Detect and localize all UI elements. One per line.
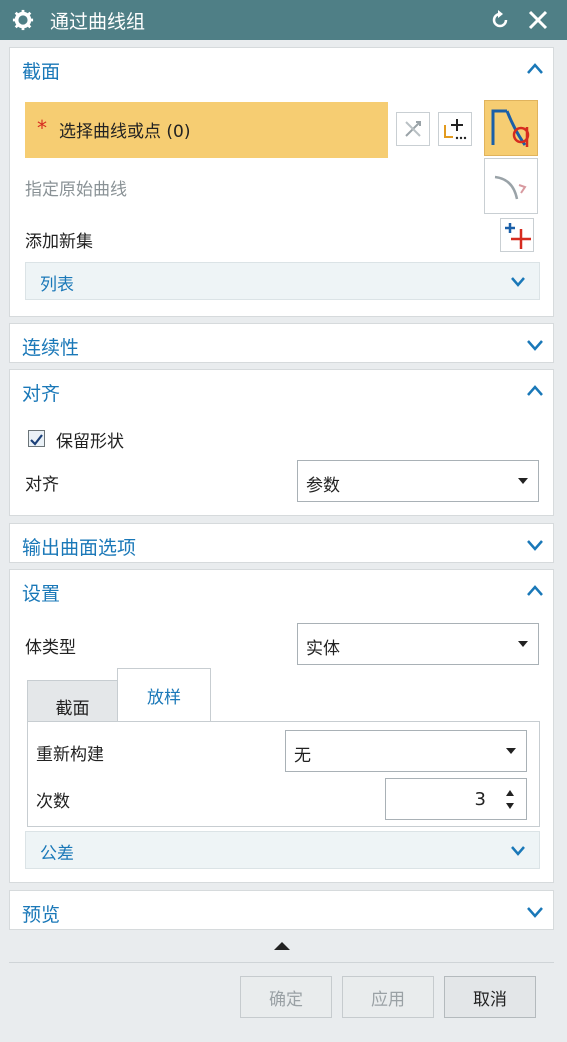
settings-panel: 设置 体类型 实体 截面 放样 重新构建 无 次数 3 公差 bbox=[9, 569, 554, 883]
cross-arrows-icon bbox=[405, 121, 421, 137]
alignment-header[interactable]: 对齐 bbox=[10, 370, 555, 412]
add-new-set-button[interactable] bbox=[500, 218, 534, 252]
section-panel: 截面 * 选择曲线或点 (0) 指定原始曲线 添加新集 列表 bbox=[9, 47, 554, 317]
list-label: 列表 bbox=[40, 275, 74, 295]
align-label: 对齐 bbox=[25, 475, 59, 495]
alignment-label: 对齐 bbox=[22, 383, 61, 405]
tab-loft[interactable]: 放样 bbox=[117, 668, 211, 722]
spin-down-icon[interactable] bbox=[506, 803, 514, 809]
preview-panel: 预览 bbox=[9, 890, 554, 930]
rebuild-dropdown[interactable]: 无 bbox=[285, 730, 527, 772]
rebuild-label: 重新构建 bbox=[36, 745, 104, 765]
chevron-up-icon bbox=[527, 385, 543, 396]
specify-origin-label: 指定原始曲线 bbox=[25, 180, 127, 200]
ok-label: 确定 bbox=[269, 989, 303, 1010]
collapse-arrow-icon[interactable] bbox=[274, 942, 290, 950]
body-type-dropdown[interactable]: 实体 bbox=[297, 623, 539, 665]
required-star: * bbox=[37, 116, 47, 140]
footer-divider bbox=[9, 962, 554, 963]
add-set-icon bbox=[505, 223, 531, 249]
dropdown-arrow-icon bbox=[506, 748, 516, 754]
align-dropdown[interactable]: 参数 bbox=[297, 460, 539, 502]
continuity-panel: 连续性 bbox=[9, 323, 554, 363]
continuity-label: 连续性 bbox=[22, 337, 80, 359]
output-options-label: 输出曲面选项 bbox=[22, 537, 137, 559]
continuity-header[interactable]: 连续性 bbox=[10, 324, 555, 364]
preview-header[interactable]: 预览 bbox=[10, 891, 555, 931]
dropdown-arrow-icon bbox=[518, 478, 528, 484]
reset-icon[interactable] bbox=[488, 8, 512, 32]
output-options-header[interactable]: 输出曲面选项 bbox=[10, 524, 555, 564]
alignment-panel: 对齐 保留形状 对齐 参数 bbox=[9, 369, 554, 516]
select-curve-field[interactable]: * 选择曲线或点 (0) bbox=[25, 102, 388, 158]
dialog-title: 通过曲线组 bbox=[50, 10, 146, 33]
settings-label: 设置 bbox=[22, 583, 61, 605]
curve-rule-button[interactable] bbox=[484, 100, 538, 156]
select-curve-label: 选择曲线或点 (0) bbox=[59, 122, 191, 142]
tolerance-label: 公差 bbox=[40, 844, 74, 864]
chevron-down-icon bbox=[511, 846, 525, 856]
gear-icon[interactable] bbox=[12, 9, 34, 31]
settings-header[interactable]: 设置 bbox=[10, 570, 555, 612]
chevron-down-icon bbox=[511, 277, 525, 287]
output-options-panel: 输出曲面选项 bbox=[9, 523, 554, 563]
preview-label: 预览 bbox=[22, 904, 61, 926]
keep-shape-label: 保留形状 bbox=[56, 432, 124, 452]
tab-section-label: 截面 bbox=[55, 699, 90, 719]
add-new-set-label: 添加新集 bbox=[25, 232, 93, 252]
section-header[interactable]: 截面 bbox=[10, 48, 555, 90]
ok-button[interactable]: 确定 bbox=[240, 976, 332, 1018]
chevron-up-icon bbox=[527, 585, 543, 596]
rebuild-value: 无 bbox=[294, 746, 311, 766]
tab-loft-label: 放样 bbox=[147, 688, 181, 708]
tab-content: 重新构建 无 次数 3 bbox=[27, 721, 540, 827]
specify-origin-button[interactable] bbox=[484, 158, 538, 214]
chevron-down-icon bbox=[527, 540, 543, 551]
point-dialog-button[interactable] bbox=[438, 112, 472, 146]
section-header-label: 截面 bbox=[22, 61, 61, 83]
apply-label: 应用 bbox=[371, 989, 405, 1010]
spin-up-icon[interactable] bbox=[506, 790, 514, 796]
curve-rule-icon bbox=[491, 109, 530, 147]
close-icon[interactable] bbox=[526, 8, 550, 32]
degree-value: 3 bbox=[474, 789, 486, 810]
align-value: 参数 bbox=[306, 476, 340, 496]
origin-curve-icon bbox=[494, 175, 527, 200]
body-type-label: 体类型 bbox=[25, 638, 76, 658]
add-point-icon bbox=[444, 119, 467, 140]
list-bar[interactable]: 列表 bbox=[25, 262, 540, 300]
body-type-value: 实体 bbox=[306, 639, 340, 659]
degree-label: 次数 bbox=[36, 792, 70, 812]
chevron-down-icon bbox=[527, 907, 543, 918]
dropdown-arrow-icon bbox=[518, 641, 528, 647]
reverse-direction-button[interactable] bbox=[396, 112, 430, 146]
tolerance-bar[interactable]: 公差 bbox=[25, 831, 540, 869]
check-icon bbox=[30, 434, 43, 446]
chevron-down-icon bbox=[527, 340, 543, 351]
title-bar: 通过曲线组 bbox=[0, 0, 567, 40]
cancel-button[interactable]: 取消 bbox=[444, 976, 536, 1018]
degree-spinner[interactable]: 3 bbox=[385, 778, 527, 820]
apply-button[interactable]: 应用 bbox=[342, 976, 434, 1018]
cancel-label: 取消 bbox=[473, 989, 507, 1010]
keep-shape-checkbox[interactable] bbox=[28, 430, 45, 447]
chevron-up-icon[interactable] bbox=[525, 60, 545, 78]
